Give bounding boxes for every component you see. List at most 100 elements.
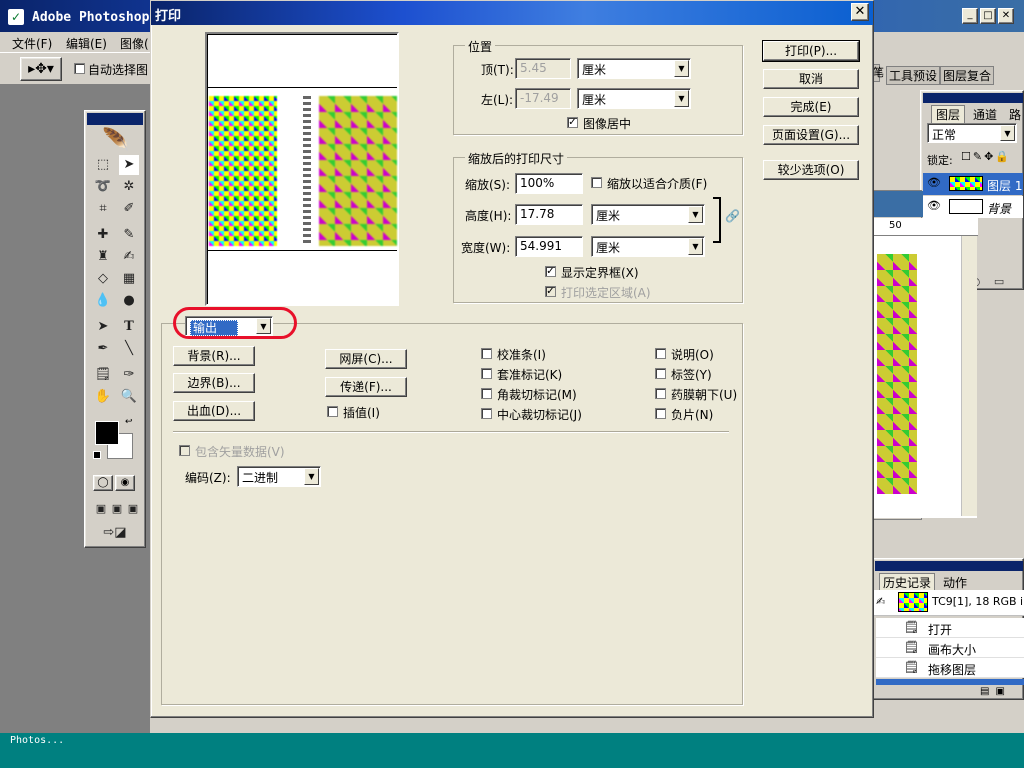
history-tab[interactable]: 历史记录 xyxy=(879,573,936,591)
magic-wand-tool-icon[interactable]: ✲ xyxy=(119,177,139,197)
history-item[interactable]: 🗒 打开 xyxy=(876,618,1024,638)
fewer-options-button[interactable]: 较少选项(O) xyxy=(763,160,859,180)
gradient-tool-icon[interactable]: ▦ xyxy=(119,269,139,289)
emulsion-down-label: 药膜朝下(U) xyxy=(671,388,738,402)
width-input[interactable]: 54.991 xyxy=(515,236,583,257)
path-select-tool-icon[interactable]: ➤ xyxy=(93,317,113,337)
slice-tool-icon[interactable]: ✐ xyxy=(119,199,139,219)
eye-icon[interactable]: 👁 xyxy=(927,199,941,212)
dodge-tool-icon[interactable]: ● xyxy=(119,291,139,311)
history-footer-icons[interactable]: ▤▣ xyxy=(980,686,1011,697)
cancel-button[interactable]: 取消 xyxy=(763,69,859,89)
palette-tab-layer-comps[interactable]: 图层复合 xyxy=(940,66,995,85)
menu-image[interactable]: 图像( xyxy=(120,35,149,52)
brush-tool-icon[interactable]: ✎ xyxy=(119,225,139,245)
corner-crop-marks-checkbox[interactable] xyxy=(481,388,492,399)
screen-mode-3-icon[interactable]: ▣ xyxy=(123,499,143,519)
jump-to-imageready-icon[interactable]: ⇨◪ xyxy=(97,523,133,543)
paths-tab[interactable]: 路 xyxy=(1009,106,1021,123)
background-button[interactable]: 背景(R)... xyxy=(173,346,255,366)
height-input[interactable]: 17.78 xyxy=(515,204,583,225)
left-unit-select[interactable]: 厘米 ▼ xyxy=(577,88,691,109)
history-snapshot-row[interactable]: ✍ TC9[1], 18 RGB i1 1, xyxy=(874,590,1024,616)
document-scrollbar[interactable] xyxy=(961,236,977,516)
calibration-bars-checkbox[interactable] xyxy=(481,348,492,359)
ps-minimize-button[interactable]: _ xyxy=(962,8,978,24)
print-button[interactable]: 打印(P)... xyxy=(762,40,860,62)
include-vector-checkbox[interactable] xyxy=(179,445,190,456)
width-unit-select[interactable]: 厘米 ▼ xyxy=(591,236,705,257)
caption-checkbox[interactable] xyxy=(655,348,666,359)
interpolation-label: 插值(I) xyxy=(343,406,380,420)
lasso-tool-icon[interactable]: ➰ xyxy=(93,177,113,197)
negative-checkbox[interactable] xyxy=(655,408,666,419)
standard-mode-icon[interactable]: ◯ xyxy=(93,475,113,491)
type-tool-icon[interactable]: T xyxy=(119,317,139,337)
dialog-close-button[interactable]: ✕ xyxy=(851,3,869,21)
eye-icon[interactable]: 👁 xyxy=(927,176,941,189)
top-input[interactable]: 5.45 xyxy=(515,58,571,79)
line-tool-icon[interactable]: ╲ xyxy=(119,339,139,359)
encoding-select[interactable]: 二进制 ▼ xyxy=(237,466,321,487)
history-item[interactable]: 🗒 画布大小 xyxy=(876,638,1024,658)
history-brush-icon[interactable]: ✍ xyxy=(119,247,139,267)
page-setup-button[interactable]: 页面设置(G)... xyxy=(763,125,859,145)
done-button[interactable]: 完成(E) xyxy=(763,97,859,117)
healing-brush-icon[interactable]: ✚ xyxy=(93,225,113,245)
move-tool-preset[interactable]: ▸✥▾ xyxy=(20,57,62,81)
left-input[interactable]: -17.49 xyxy=(515,88,571,109)
print-selected-area-checkbox[interactable]: ✓ xyxy=(545,286,556,297)
palette-tab-tool-presets[interactable]: 工具预设 xyxy=(886,66,941,85)
marquee-tool-icon[interactable]: ⬚ xyxy=(93,155,113,175)
crop-tool-icon[interactable]: ⌗ xyxy=(93,199,113,219)
layer-row-background[interactable]: 👁 背景 xyxy=(923,196,1023,218)
scale-to-fit-checkbox[interactable] xyxy=(591,177,602,188)
height-unit-select[interactable]: 厘米 ▼ xyxy=(591,204,705,225)
interpolation-checkbox[interactable] xyxy=(327,406,338,417)
ps-maximize-button[interactable]: □ xyxy=(980,8,996,24)
emulsion-down-checkbox[interactable] xyxy=(655,388,666,399)
blend-mode-select[interactable]: 正常 ▼ xyxy=(927,123,1017,143)
menu-file[interactable]: 文件(F) xyxy=(12,35,52,52)
center-image-checkbox[interactable]: ✓ xyxy=(567,117,578,128)
zoom-tool-icon[interactable]: 🔍 xyxy=(119,387,139,407)
border-button[interactable]: 边界(B)... xyxy=(173,373,255,393)
menu-edit[interactable]: 编辑(E) xyxy=(66,35,107,52)
scale-input[interactable]: 100% xyxy=(515,173,583,194)
auto-select-checkbox[interactable] xyxy=(74,63,85,74)
quick-mask-icon[interactable]: ◉ xyxy=(115,475,135,491)
swap-colors-icon[interactable]: ↩ xyxy=(125,417,133,427)
stamp-tool-icon[interactable]: ♜ xyxy=(93,247,113,267)
screen-button[interactable]: 网屏(C)... xyxy=(325,349,407,369)
toolbox: 🪶 ⬚ ➤ ➰ ✲ ⌗ ✐ ✚ ✎ ♜ ✍ ◇ ▦ 💧 ● ➤ T ✒ ╲ 🗒 … xyxy=(84,110,146,548)
foreground-color-swatch[interactable] xyxy=(95,421,119,445)
notes-tool-icon[interactable]: 🗒 xyxy=(93,365,113,385)
pen-tool-icon[interactable]: ✒ xyxy=(93,339,113,359)
move-tool-icon[interactable]: ➤ xyxy=(119,155,139,175)
feather-logo-icon: 🪶 xyxy=(102,128,130,153)
lock-icons[interactable]: ☐✎✥🔒 xyxy=(961,150,1011,163)
brush-source-icon[interactable]: ✍ xyxy=(876,595,885,608)
output-dropdown[interactable]: 输出 ▼ xyxy=(185,316,273,336)
eyedropper-tool-icon[interactable]: ✑ xyxy=(119,365,139,385)
dialog-titlebar xyxy=(151,1,873,25)
registration-marks-checkbox[interactable] xyxy=(481,368,492,379)
labels-checkbox[interactable] xyxy=(655,368,666,379)
hand-tool-icon[interactable]: ✋ xyxy=(93,387,113,407)
layer-row-1[interactable]: 👁 图层 1 xyxy=(923,173,1023,195)
layers-tab[interactable]: 图层 xyxy=(931,105,966,123)
history-item[interactable]: 🗒 拖移图层 xyxy=(876,658,1024,678)
blur-tool-icon[interactable]: 💧 xyxy=(93,291,113,311)
channels-tab[interactable]: 通道 xyxy=(973,106,997,123)
transfer-button[interactable]: 传递(F)... xyxy=(325,377,407,397)
ps-close-button[interactable]: ✕ xyxy=(998,8,1014,24)
center-crop-marks-checkbox[interactable] xyxy=(481,408,492,419)
bleed-button[interactable]: 出血(D)... xyxy=(173,401,255,421)
actions-tab[interactable]: 动作 xyxy=(943,574,967,591)
print-dialog: 打印 ✕ 位置 顶(T): 5.45 厘米 ▼ 左(L): -17.49 厘米 … xyxy=(150,0,874,718)
show-bounding-box-checkbox[interactable]: ✓ xyxy=(545,266,556,277)
eraser-tool-icon[interactable]: ◇ xyxy=(93,269,113,289)
history-selected-row[interactable] xyxy=(876,679,1024,685)
top-unit-select[interactable]: 厘米 ▼ xyxy=(577,58,691,79)
default-colors-icon[interactable] xyxy=(93,451,101,459)
